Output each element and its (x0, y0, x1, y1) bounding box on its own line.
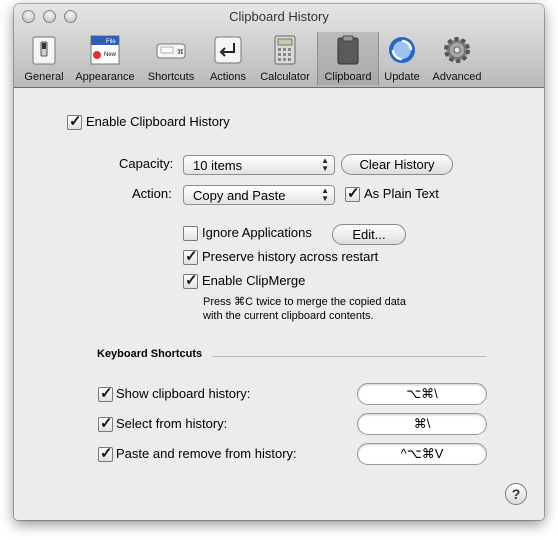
enable-history-label: Enable Clipboard History (86, 114, 230, 129)
section-divider (212, 356, 486, 357)
show-history-checkbox[interactable]: ✓ (98, 385, 113, 402)
clipmerge-description-line-2: with the current clipboard contents. (203, 310, 374, 322)
keyboard-icon: ⌘ (156, 43, 186, 59)
preserve-history-checkbox[interactable]: ✓ (183, 248, 198, 265)
select-history-shortcut-field[interactable]: ⌘\ (357, 413, 487, 435)
tab-shortcuts[interactable]: ⌘ Shortcuts (142, 32, 200, 85)
action-popup[interactable]: Copy and Paste ▲ ▼ (183, 185, 335, 205)
clipmerge-label: Enable ClipMerge (202, 273, 306, 288)
clipboard-pane: ✓ Enable Clipboard History Capacity: 10 … (14, 88, 544, 520)
toolbar: Clipboard History General File New Appea… (14, 4, 544, 88)
paste-remove-checkbox[interactable]: ✓ (98, 445, 113, 462)
preferences-window: Clipboard History General File New Appea… (14, 4, 544, 520)
svg-text:New: New (104, 52, 117, 58)
capacity-popup[interactable]: 10 items ▲ ▼ (183, 155, 335, 175)
switch-icon (32, 36, 56, 65)
show-history-shortcut-field[interactable]: ⌥⌘\ (357, 383, 487, 405)
return-arrow-icon (214, 36, 242, 64)
stepper-arrows-icon: ▲ ▼ (321, 156, 329, 173)
paste-remove-shortcut-field[interactable]: ^⌥⌘V (357, 443, 487, 465)
tab-calculator[interactable]: Calculator (256, 32, 314, 85)
gear-icon (444, 37, 470, 63)
select-history-label: Select from history: (116, 416, 228, 431)
window-title: Clipboard History (229, 9, 329, 24)
svg-text:File: File (106, 39, 116, 45)
tab-actions[interactable]: Actions (202, 32, 254, 85)
clipmerge-description-line-1: Press ⌘C twice to merge the copied data (203, 296, 406, 308)
clear-history-button[interactable]: Clear History (341, 154, 453, 175)
plain-text-checkbox[interactable]: ✓ (345, 185, 360, 202)
action-label: Action: (132, 186, 172, 201)
tab-update[interactable]: Update (380, 32, 424, 85)
keyboard-shortcuts-heading: Keyboard Shortcuts (97, 348, 203, 360)
paste-remove-label: Paste and remove from history: (116, 446, 297, 461)
appearance-icon: File New (90, 35, 120, 65)
select-history-checkbox[interactable]: ✓ (98, 415, 113, 432)
calculator-icon (274, 35, 296, 65)
clipmerge-checkbox[interactable]: ✓ (183, 272, 198, 289)
show-history-label: Show clipboard history: (116, 386, 251, 401)
stepper-arrows-icon: ▲ ▼ (321, 186, 329, 203)
help-button[interactable]: ? (505, 483, 527, 505)
tab-appearance[interactable]: File New Appearance (72, 32, 138, 85)
enable-history-checkbox[interactable]: ✓ (67, 113, 82, 130)
update-globe-icon (389, 37, 415, 63)
preserve-history-label: Preserve history across restart (202, 249, 379, 264)
svg-text:⌘: ⌘ (177, 48, 184, 56)
plain-text-label: As Plain Text (364, 186, 439, 201)
tab-advanced[interactable]: Advanced (427, 32, 487, 85)
capacity-label: Capacity: (119, 156, 174, 171)
capacity-value: 10 items (193, 158, 243, 173)
tab-general[interactable]: General (18, 32, 70, 85)
action-value: Copy and Paste (193, 188, 286, 203)
edit-button[interactable]: Edit... (332, 224, 406, 245)
clipboard-icon (337, 35, 359, 65)
tab-clipboard[interactable]: Clipboard (317, 32, 379, 85)
ignore-apps-label: Ignore Applications (202, 225, 312, 240)
ignore-apps-checkbox[interactable] (183, 226, 198, 241)
